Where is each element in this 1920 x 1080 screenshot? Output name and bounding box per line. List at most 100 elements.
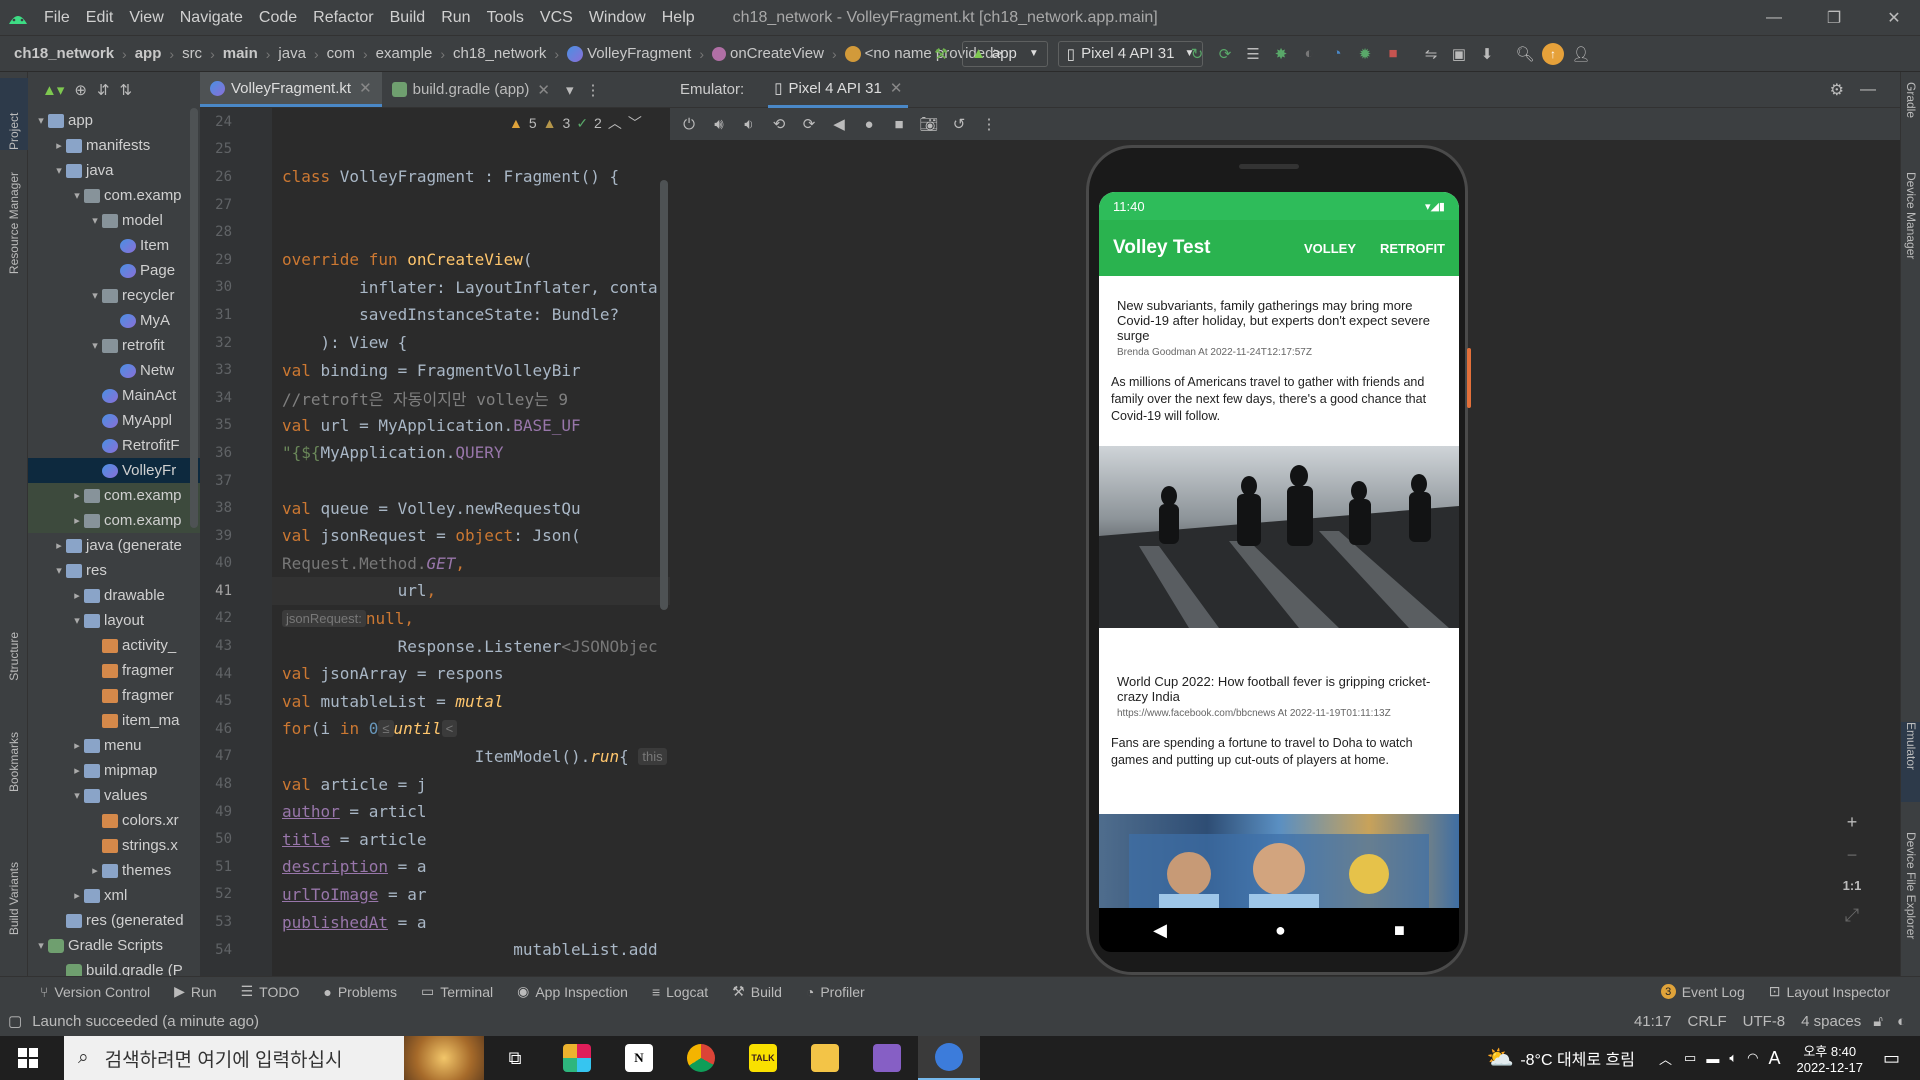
news-feed-list[interactable]: New subvariants, family gatherings may b… [1099,276,1459,908]
notification-icon[interactable]: ▭ [1883,1048,1900,1069]
menu-vcs[interactable]: VCS [532,9,581,27]
tree-item[interactable]: activity_ [28,633,200,658]
tree-item[interactable]: ▾ app [28,108,200,133]
volume-up-icon[interactable]: 🔊︎ [708,113,730,135]
power-icon[interactable]: ⏻ [678,113,700,135]
screenshot-icon[interactable]: 📷︎ [918,113,940,135]
menu-run[interactable]: Run [433,9,478,27]
nav-recents-icon[interactable]: ■ [1394,920,1405,941]
expanded-arrow-icon[interactable]: ▾ [34,939,48,952]
rotate-right-icon[interactable]: ⟳ [798,113,820,135]
tree-item[interactable]: ▾ model [28,208,200,233]
back-icon[interactable]: ◀ [828,113,850,135]
rotate-left-icon[interactable]: ⟲ [768,113,790,135]
windows-start-icon[interactable] [0,1036,56,1080]
collapse-all-icon[interactable]: ⇅ [120,81,133,99]
device-file-explorer-tab[interactable]: Device File Explorer [1901,832,1920,939]
menu-navigate[interactable]: Navigate [172,9,251,27]
expand-all-icon[interactable]: ⇵ [97,81,110,99]
inspection-widget[interactable]: ▲ 5 ▲ 3 ✓ 2 ︿ ﹀ [505,112,646,134]
tree-item[interactable]: RetrofitF [28,433,200,458]
clock[interactable]: 오후 8:40 2022-12-17 [1796,1041,1863,1075]
run-list-icon[interactable]: ☰ [1242,43,1264,65]
tree-item[interactable]: colors.xr [28,808,200,833]
retrofit-action-button[interactable]: RETROFIT [1380,241,1445,256]
run-config-dropdown[interactable]: ▲ app ▼ [962,40,1048,67]
more-options-icon[interactable]: ⋮ [580,72,607,107]
locate-icon[interactable]: ⊕ [74,81,87,99]
toggle-tool-windows-icon[interactable]: ▢ [0,1012,22,1030]
tree-item[interactable]: ▾ java [28,158,200,183]
tree-item[interactable]: fragmer [28,658,200,683]
crumb-method[interactable]: onCreateView [730,45,824,62]
overview-icon[interactable]: ■ [888,113,910,135]
tree-item[interactable]: Page [28,258,200,283]
tree-item[interactable]: res (generated [28,908,200,933]
profile-icon[interactable]: ◔ [1326,43,1348,65]
settings-icon[interactable]: ⚙ [1830,80,1844,100]
crumb-java[interactable]: java [278,45,306,62]
tree-item[interactable]: MyAppl [28,408,200,433]
tab-version-control[interactable]: ⑂ Version Control [0,984,162,1000]
collapsed-arrow-icon[interactable]: ▸ [70,739,84,752]
tree-item[interactable]: item_ma [28,708,200,733]
status-message[interactable]: Launch succeeded (a minute ago) [32,1013,259,1030]
tree-item[interactable]: MainAct [28,383,200,408]
device-dropdown[interactable]: ▯ Pixel 4 API 31 ▼ [1057,40,1204,67]
tab-build[interactable]: ⚒ Build [720,983,794,1000]
collapsed-arrow-icon[interactable]: ▸ [70,764,84,777]
menu-help[interactable]: Help [654,9,703,27]
tree-item[interactable]: build.gradle (P [28,958,200,976]
tab-overflow-icon[interactable]: ▾ [560,72,580,107]
hide-panel-icon[interactable]: — [1860,81,1876,99]
menu-file[interactable]: File [36,9,78,27]
tab-app-inspection[interactable]: ◉ App Inspection [505,983,640,1000]
file-encoding[interactable]: UTF-8 [1743,1013,1786,1030]
line-separator[interactable]: CRLF [1687,1013,1726,1030]
tree-item[interactable]: ▾ Gradle Scripts [28,933,200,958]
ime-indicator[interactable]: A [1768,1048,1780,1069]
tree-item[interactable]: ▸ themes [28,858,200,883]
zoom-fit-icon[interactable]: ⤢ [1845,905,1859,926]
zoom-out-button[interactable]: − [1847,845,1858,866]
build-variants-tab[interactable]: Build Variants [0,862,28,935]
weather-text[interactable]: -8°C 대체로 흐림 [1520,1046,1635,1070]
expanded-arrow-icon[interactable]: ▾ [52,564,66,577]
volume-icon[interactable]: 🔈︎ [1729,1050,1737,1066]
crumb-example[interactable]: example [376,45,433,62]
tab-volleyfragment[interactable]: VolleyFragment.kt ✕ [200,72,382,107]
close-tab-icon[interactable]: ✕ [359,79,372,97]
sync-gradle-icon[interactable]: ⇋ [1420,43,1442,65]
show-hidden-icons[interactable]: ︿ [1659,1049,1672,1068]
side-button[interactable] [1467,348,1471,408]
debug-icon[interactable]: ✸ [1270,43,1292,65]
menu-window[interactable]: Window [581,9,654,27]
menu-tools[interactable]: Tools [479,9,532,27]
file-explorer-icon[interactable] [794,1036,856,1080]
expanded-arrow-icon[interactable]: ▾ [88,339,102,352]
stop-icon[interactable]: ■ [1382,43,1404,65]
expanded-arrow-icon[interactable]: ▾ [70,789,84,802]
weather-icon[interactable]: ⛅ [1487,1045,1514,1071]
tree-item[interactable]: VolleyFr [28,458,200,483]
android-view-icon[interactable]: ▲▾ [42,81,64,99]
expanded-arrow-icon[interactable]: ▾ [70,189,84,202]
tree-item[interactable]: ▸ com.examp [28,483,200,508]
resource-manager-tab[interactable]: Resource Manager [0,172,28,274]
crumb-com[interactable]: com [327,45,355,62]
menu-build[interactable]: Build [382,9,434,27]
tree-item[interactable]: ▸ java (generate [28,533,200,558]
collapsed-arrow-icon[interactable]: ▸ [70,589,84,602]
close-tab-icon[interactable]: ✕ [890,79,903,97]
indent-setting[interactable]: 4 spaces [1801,1013,1861,1030]
previous-highlight-icon[interactable]: ︿ [608,113,622,133]
expanded-arrow-icon[interactable]: ▾ [70,614,84,627]
chrome-icon[interactable] [670,1036,732,1080]
menu-view[interactable]: View [121,9,171,27]
collapsed-arrow-icon[interactable]: ▸ [52,539,66,552]
more-options-icon[interactable]: ⋮ [978,113,1000,135]
device-icon[interactable]: ▭ [1684,1050,1696,1066]
crumb-class[interactable]: VolleyFragment [587,45,691,62]
nav-back-icon[interactable]: ◀ [1153,920,1167,941]
tab-terminal[interactable]: ▭ Terminal [409,983,505,1000]
